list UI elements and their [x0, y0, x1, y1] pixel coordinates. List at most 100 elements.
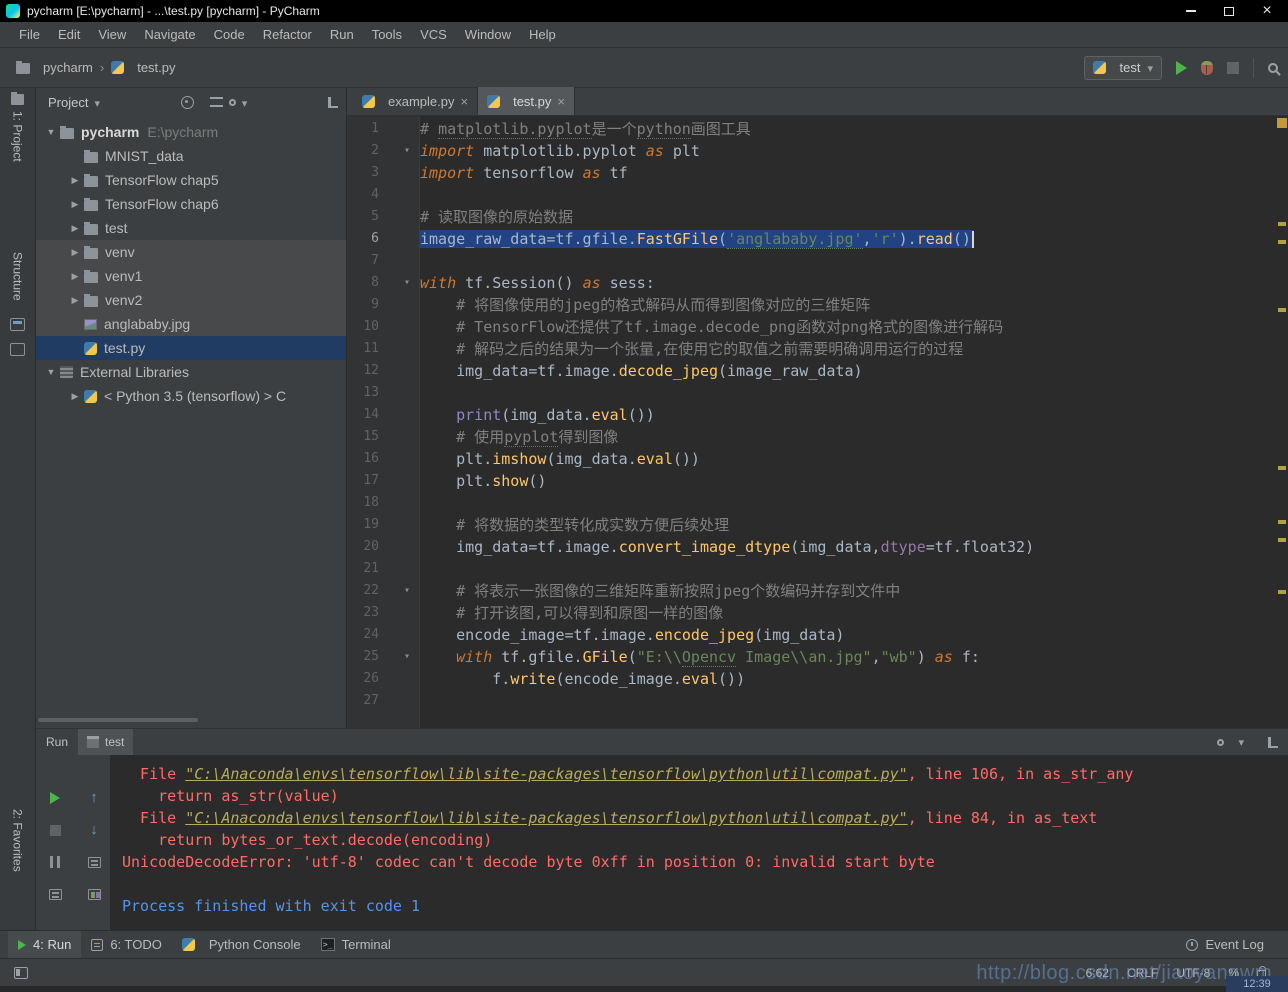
hide-panel-icon[interactable]: [328, 97, 338, 108]
maximize-button[interactable]: [1214, 1, 1244, 21]
close-button[interactable]: [1252, 1, 1282, 21]
tool-window-toggle-icon[interactable]: [14, 967, 28, 979]
menu-help[interactable]: Help: [520, 22, 565, 48]
project-panel-title[interactable]: Project: [48, 95, 88, 110]
menu-tools[interactable]: Tools: [363, 22, 411, 48]
collapse-all-icon[interactable]: [210, 97, 223, 107]
tool-button-structure[interactable]: Structure: [11, 246, 25, 307]
code-line-9[interactable]: 9 # 将图像使用的jpeg的格式解码从而得到图像对应的三维矩阵: [347, 294, 1276, 316]
tree-item-venv[interactable]: venv: [36, 240, 346, 264]
code-line-6[interactable]: 6image_raw_data=tf.gfile.FastGFile('angl…: [347, 228, 1276, 250]
show-console-button[interactable]: [46, 885, 64, 903]
fold-marker-icon[interactable]: [379, 580, 420, 602]
fold-marker-icon[interactable]: [379, 272, 420, 294]
editor-tab-test-py[interactable]: test.py: [478, 87, 575, 115]
menu-view[interactable]: View: [89, 22, 135, 48]
code-line-27[interactable]: 27: [347, 690, 1276, 712]
restore-layout-button[interactable]: [85, 853, 103, 871]
code-line-16[interactable]: 16 plt.imshow(img_data.eval()): [347, 448, 1276, 470]
editor-tab-example-py[interactable]: example.py: [353, 87, 478, 115]
tree-item-anglababy-jpg[interactable]: anglababy.jpg: [36, 312, 346, 336]
stop-button[interactable]: [1227, 62, 1239, 74]
code-line-21[interactable]: 21: [347, 558, 1276, 580]
menu-file[interactable]: File: [10, 22, 49, 48]
code-line-24[interactable]: 24 encode_image=tf.image.encode_jpeg(img…: [347, 624, 1276, 646]
code-line-14[interactable]: 14 print(img_data.eval()): [347, 404, 1276, 426]
gear-icon[interactable]: [1217, 739, 1224, 746]
code-line-2[interactable]: 2import matplotlib.pyplot as plt: [347, 140, 1276, 162]
run-config-selector[interactable]: test: [1084, 56, 1163, 80]
debug-button[interactable]: [1201, 61, 1213, 75]
code-line-25[interactable]: 25 with tf.gfile.GFile("E:\\Opencv Image…: [347, 646, 1276, 668]
warning-stripe-mark[interactable]: [1278, 538, 1286, 542]
menu-window[interactable]: Window: [456, 22, 520, 48]
menu-code[interactable]: Code: [205, 22, 254, 48]
code-line-10[interactable]: 10 # TensorFlow还提供了tf.image.decode_png函数…: [347, 316, 1276, 338]
tree-item-mnist-data[interactable]: MNIST_data: [36, 144, 346, 168]
code-line-11[interactable]: 11 # 解码之后的结果为一个张量,在使用它的取值之前需要明确调用运行的过程: [347, 338, 1276, 360]
code-line-4[interactable]: 4: [347, 184, 1276, 206]
console-file-link[interactable]: "C:\Anaconda\envs\tensorflow\lib\site-pa…: [185, 809, 907, 827]
tool-window-icon[interactable]: [10, 343, 25, 356]
tree-item-pycharm[interactable]: pycharmE:\pycharm: [36, 120, 346, 144]
tree-item-test-py[interactable]: test.py: [36, 336, 346, 360]
menu-refactor[interactable]: Refactor: [254, 22, 321, 48]
tool-button-event-log[interactable]: Event Log: [1176, 931, 1274, 959]
code-editor[interactable]: 1# matplotlib.pyplot是一个python画图工具2import…: [347, 116, 1276, 728]
code-line-13[interactable]: 13: [347, 382, 1276, 404]
rerun-button[interactable]: [46, 789, 64, 807]
tool-button-python-console[interactable]: Python Console: [172, 931, 311, 959]
tool-window-icon[interactable]: [10, 318, 25, 331]
tab-close-icon[interactable]: [557, 94, 565, 109]
search-everywhere-button[interactable]: [1268, 63, 1278, 73]
code-line-22[interactable]: 22 # 将表示一张图像的三维矩阵重新按照jpeg个数编码并存到文件中: [347, 580, 1276, 602]
fold-marker-icon[interactable]: [379, 140, 420, 162]
scrollbar-error-stripe[interactable]: [1276, 116, 1288, 728]
code-line-17[interactable]: 17 plt.show(): [347, 470, 1276, 492]
fold-marker-icon[interactable]: [379, 646, 420, 668]
code-line-18[interactable]: 18: [347, 492, 1276, 514]
tree-item-tensorflow-chap5[interactable]: TensorFlow chap5: [36, 168, 346, 192]
up-stack-trace-button[interactable]: [85, 789, 103, 807]
expand-arrow-icon[interactable]: [66, 271, 84, 282]
gear-icon[interactable]: [229, 99, 236, 106]
status-item-6-62[interactable]: 6:62: [1086, 966, 1109, 980]
pause-output-button[interactable]: [46, 853, 64, 871]
tree-item-test[interactable]: test: [36, 216, 346, 240]
warning-stripe-mark[interactable]: [1278, 308, 1286, 312]
minimize-button[interactable]: [1176, 1, 1206, 21]
warning-stripe-mark[interactable]: [1278, 520, 1286, 524]
expand-arrow-icon[interactable]: [66, 199, 84, 210]
chevron-down-icon[interactable]: [94, 95, 100, 110]
status-item-utf-8[interactable]: UTF-8: [1176, 966, 1210, 980]
hide-panel-icon[interactable]: [1268, 737, 1278, 748]
code-line-19[interactable]: 19 # 将数据的类型转化成实数方便后续处理: [347, 514, 1276, 536]
menu-edit[interactable]: Edit: [49, 22, 89, 48]
code-line-15[interactable]: 15 # 使用pyplot得到图像: [347, 426, 1276, 448]
tool-button-2-favorites[interactable]: 2: Favorites: [11, 803, 25, 878]
expand-arrow-icon[interactable]: [66, 295, 84, 306]
code-line-7[interactable]: 7: [347, 250, 1276, 272]
breadcrumb-item-pycharm[interactable]: pycharm: [16, 60, 93, 75]
status-item-crlf[interactable]: CRLF: [1127, 966, 1158, 980]
warning-stripe-mark[interactable]: [1278, 240, 1286, 244]
soft-wrap-button[interactable]: [85, 885, 103, 903]
tree-item-python-3-5-tensorflow-c[interactable]: < Python 3.5 (tensorflow) > C: [36, 384, 346, 408]
code-line-8[interactable]: 8with tf.Session() as sess:: [347, 272, 1276, 294]
tool-button-4-run[interactable]: 4: Run: [8, 931, 81, 959]
expand-arrow-icon[interactable]: [66, 391, 84, 402]
tool-button-6-todo[interactable]: 6: TODO: [81, 931, 172, 959]
collapse-arrow-icon[interactable]: [42, 127, 60, 137]
run-button[interactable]: [1176, 61, 1187, 75]
console-file-link[interactable]: "C:\Anaconda\envs\tensorflow\lib\site-pa…: [185, 765, 907, 783]
run-session-tab[interactable]: test: [78, 729, 133, 755]
locate-file-icon[interactable]: [181, 96, 194, 109]
code-line-1[interactable]: 1# matplotlib.pyplot是一个python画图工具: [347, 118, 1276, 140]
warning-stripe-mark[interactable]: [1278, 466, 1286, 470]
code-line-12[interactable]: 12 img_data=tf.image.decode_jpeg(image_r…: [347, 360, 1276, 382]
expand-arrow-icon[interactable]: [66, 223, 84, 234]
expand-arrow-icon[interactable]: [66, 175, 84, 186]
menu-run[interactable]: Run: [321, 22, 363, 48]
code-line-3[interactable]: 3import tensorflow as tf: [347, 162, 1276, 184]
code-line-5[interactable]: 5# 读取图像的原始数据: [347, 206, 1276, 228]
